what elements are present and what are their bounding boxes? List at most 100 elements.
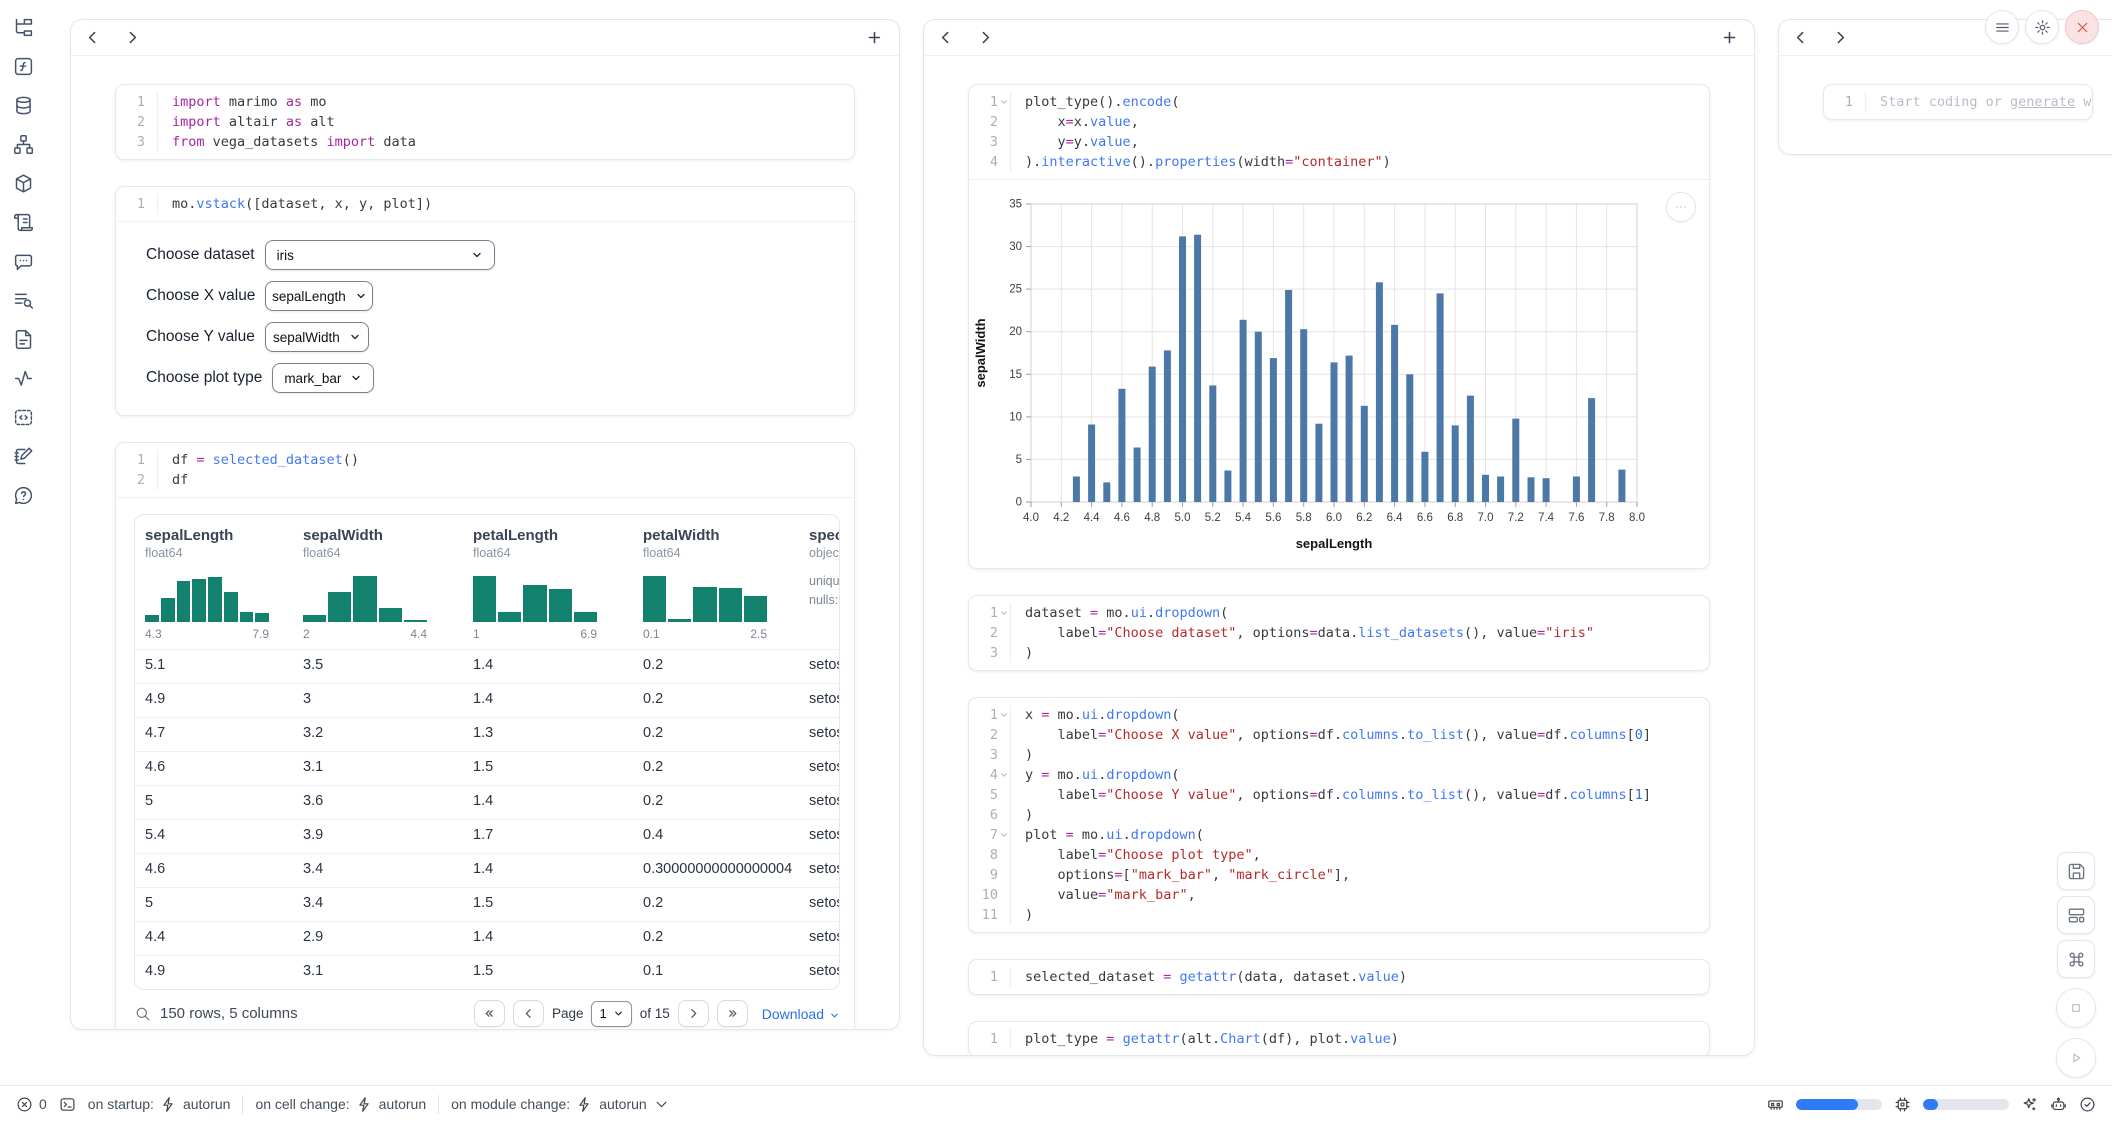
sidebar-file-tree-button[interactable] — [8, 12, 38, 42]
sidebar-scratchpad-search-button[interactable] — [8, 285, 38, 315]
generate-ai-link[interactable]: generate — [2010, 94, 2075, 110]
sidebar-dependency-graph-button[interactable] — [8, 129, 38, 159]
table-row[interactable]: 4.93.11.50.1setosa — [135, 955, 839, 989]
table-row[interactable]: 5.43.91.70.4setosa — [135, 819, 839, 853]
add-column-button[interactable] — [861, 25, 887, 51]
fold-chevron-icon[interactable] — [999, 710, 1009, 720]
help-bubble-icon — [13, 485, 34, 506]
code-editor[interactable]: 1234567891011x = mo.ui.dropdown( label="… — [969, 698, 1709, 932]
errors-indicator[interactable]: 0 — [16, 1096, 47, 1113]
table-row[interactable]: 4.73.21.30.2setosa — [135, 717, 839, 751]
column-next-button[interactable] — [972, 25, 998, 51]
table-cell: 1.4 — [463, 922, 633, 955]
table-row[interactable]: 4.931.40.2setosa — [135, 683, 839, 717]
column-next-button[interactable] — [1827, 25, 1853, 51]
next-page-button[interactable] — [678, 1000, 709, 1027]
code-editor[interactable]: 1plot_type = getattr(alt.Chart(df), plot… — [969, 1022, 1709, 1056]
table-row[interactable]: 53.61.40.2setosa — [135, 785, 839, 819]
column-header[interactable]: sepalLengthfloat644.37.9 — [135, 515, 293, 649]
column-type: float64 — [145, 546, 283, 560]
code-editor[interactable]: 123import marimo as moimport altair as a… — [116, 85, 854, 159]
page-select[interactable]: 1 — [591, 1001, 631, 1027]
prev-page-button[interactable] — [513, 1000, 544, 1027]
download-button[interactable]: Download — [762, 1006, 840, 1022]
table-cell: 0.2 — [633, 888, 799, 921]
table-cell: 3.2 — [293, 718, 463, 751]
column-header[interactable]: speciesobjectunique:nulls: — [799, 515, 840, 649]
table-row[interactable]: 4.42.91.40.2setosa — [135, 921, 839, 955]
add-column-button[interactable] — [1716, 25, 1742, 51]
placeholder-text: Start coding or — [1880, 94, 2010, 110]
on-module-change-setting[interactable]: on module change: autorun — [451, 1096, 670, 1113]
code-line: mo.vstack([dataset, x, y, plot]) — [172, 194, 854, 214]
stop-all-button[interactable] — [2056, 988, 2096, 1028]
column-prev-button[interactable] — [1787, 25, 1813, 51]
fold-chevron-icon[interactable] — [999, 97, 1009, 107]
line-number: 3 — [969, 643, 1010, 663]
code-content: plot_type = getattr(alt.Chart(df), plot.… — [1011, 1029, 1709, 1049]
sidebar-database-button[interactable] — [8, 90, 38, 120]
column-meta: nulls: — [809, 591, 840, 610]
dropdown-select[interactable]: sepalWidth — [265, 322, 369, 352]
ai-sparkles-button[interactable] — [2021, 1096, 2038, 1113]
play-all-button[interactable] — [2056, 1038, 2096, 1078]
marimo-app: 123import marimo as moimport altair as a… — [0, 0, 2112, 1122]
column-prev-button[interactable] — [932, 25, 958, 51]
first-page-button[interactable] — [474, 1000, 505, 1027]
fold-chevron-icon[interactable] — [999, 830, 1009, 840]
sidebar-function-square-button[interactable] — [8, 51, 38, 81]
sidebar-notebook-pen-button[interactable] — [8, 441, 38, 471]
terminal-button[interactable] — [59, 1096, 76, 1113]
sidebar-package-button[interactable] — [8, 168, 38, 198]
column-histogram — [473, 574, 597, 622]
dropdown-select[interactable]: iris — [265, 240, 495, 270]
package-icon — [13, 173, 34, 194]
sidebar-chat-bot-button[interactable] — [8, 246, 38, 276]
setting-value: autorun — [379, 1096, 426, 1112]
column-next-button[interactable] — [119, 25, 145, 51]
close-x-button[interactable] — [2065, 10, 2099, 44]
code-editor[interactable]: 12df = selected_dataset()df — [116, 443, 854, 497]
sidebar-activity-pulse-button[interactable] — [8, 363, 38, 393]
column-name: petalLength — [473, 527, 623, 544]
fold-chevron-icon[interactable] — [999, 608, 1009, 618]
range-max: 2.5 — [750, 627, 767, 641]
table-row[interactable]: 4.63.41.40.30000000000000004setosa — [135, 853, 839, 887]
connection-status-button[interactable] — [2079, 1096, 2096, 1113]
code-editor[interactable]: 1Start coding or generate with — [1824, 85, 2092, 119]
save-button[interactable] — [2057, 852, 2095, 890]
code-editor[interactable]: 1mo.vstack([dataset, x, y, plot]) — [116, 187, 854, 221]
on-cell-change-setting[interactable]: on cell change: autorun — [255, 1096, 426, 1113]
search-icon[interactable] — [134, 1005, 151, 1022]
table-row[interactable]: 53.41.50.2setosa — [135, 887, 839, 921]
code-cell: 123dataset = mo.ui.dropdown( label="Choo… — [968, 595, 1710, 671]
altair-chart[interactable]: 4.04.24.44.64.85.05.25.45.65.86.06.26.46… — [969, 182, 1709, 569]
menu-button[interactable] — [1985, 10, 2019, 44]
table-row[interactable]: 5.13.51.40.2setosa — [135, 649, 839, 683]
code-editor[interactable]: 1selected_dataset = getattr(data, datase… — [969, 960, 1709, 994]
column-header[interactable]: sepalWidthfloat6424.4 — [293, 515, 463, 649]
code-editor[interactable]: 123dataset = mo.ui.dropdown( label="Choo… — [969, 596, 1709, 670]
fold-chevron-icon[interactable] — [999, 770, 1009, 780]
dropdown-select[interactable]: mark_bar — [272, 363, 374, 393]
gear-button[interactable] — [2025, 10, 2059, 44]
column-prev-button[interactable] — [79, 25, 105, 51]
sidebar-scroll-log-button[interactable] — [8, 207, 38, 237]
on-startup-setting[interactable]: on startup: autorun — [88, 1096, 231, 1113]
chatbot-button[interactable] — [2050, 1096, 2067, 1113]
column-header[interactable]: petalWidthfloat640.12.5 — [633, 515, 799, 649]
code-editor[interactable]: 1234plot_type().encode( x=x.value, y=y.v… — [969, 85, 1709, 179]
sidebar-code-snippet-button[interactable] — [8, 402, 38, 432]
layout-button[interactable] — [2057, 896, 2095, 934]
chart-actions-button[interactable] — [1666, 192, 1696, 222]
notebook-pen-icon — [13, 446, 34, 467]
dropdown-select[interactable]: sepalLength — [265, 281, 373, 311]
last-page-button[interactable] — [717, 1000, 748, 1027]
altair-chart-output: 4.04.24.44.64.85.05.25.45.65.86.06.26.46… — [969, 180, 1709, 568]
command-button[interactable] — [2057, 940, 2095, 978]
control-row: Choose datasetiris — [146, 239, 824, 271]
sidebar-document-button[interactable] — [8, 324, 38, 354]
sidebar-help-bubble-button[interactable] — [8, 480, 38, 510]
table-row[interactable]: 4.63.11.50.2setosa — [135, 751, 839, 785]
column-header[interactable]: petalLengthfloat6416.9 — [463, 515, 633, 649]
